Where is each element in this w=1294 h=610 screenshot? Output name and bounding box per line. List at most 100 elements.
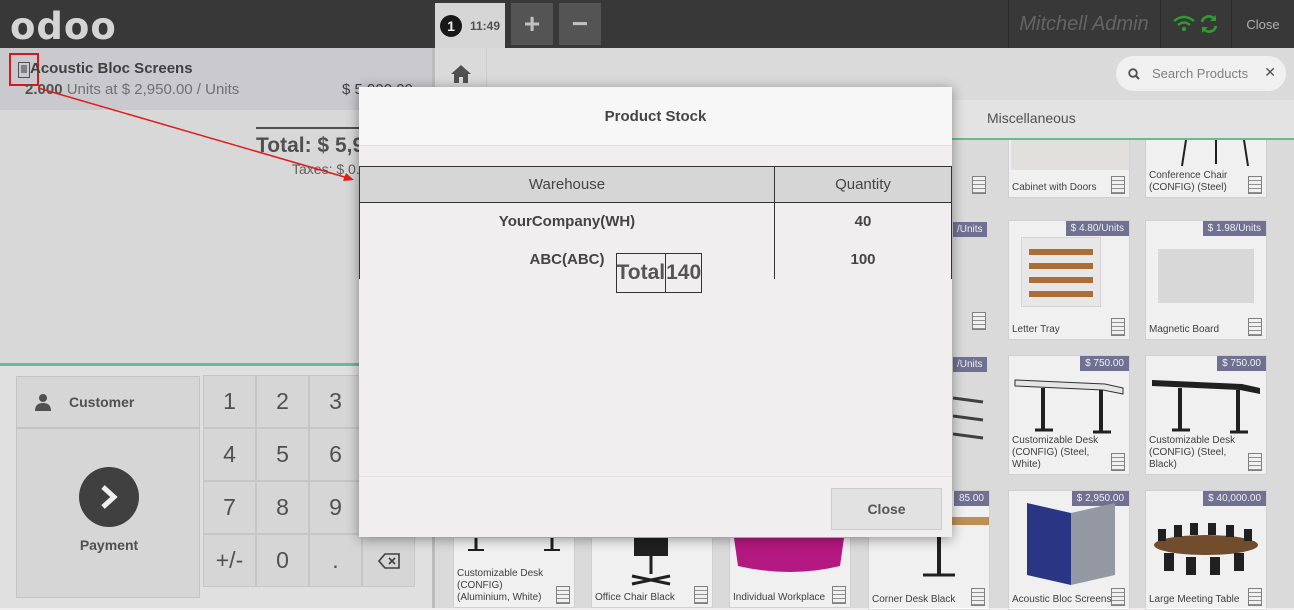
price-tag: $ 750.00: [1217, 356, 1266, 371]
product-name: Office Chair Black: [595, 592, 675, 603]
numpad-key-sign[interactable]: +/-: [203, 534, 256, 587]
product-name: Acoustic Bloc Screens: [1012, 594, 1112, 605]
numpad-key-8[interactable]: 8: [256, 481, 309, 534]
quantity-cell: 100: [774, 240, 952, 279]
column-header-warehouse: Warehouse: [359, 166, 775, 203]
product-card[interactable]: Cabinet with Doors: [1008, 140, 1130, 198]
product-name: Conference Chair (CONFIG) (Steel): [1149, 170, 1228, 193]
product-card[interactable]: Customizable Desk (CONFIG) (Aluminium, W…: [453, 538, 575, 608]
building-icon: [1248, 318, 1262, 336]
building-icon: [832, 586, 846, 604]
backspace-button[interactable]: [362, 534, 415, 587]
warehouse-cell: ABC(ABC): [359, 240, 775, 279]
home-icon: [450, 65, 471, 83]
order-number: 1: [439, 14, 462, 37]
chevron-right-icon: [79, 467, 139, 527]
wifi-icon: [1173, 15, 1195, 32]
product-name: Cabinet with Doors: [1012, 182, 1097, 193]
building-icon: [972, 312, 986, 330]
total-row: Total 140: [615, 252, 703, 293]
connection-status[interactable]: [1160, 0, 1232, 48]
building-icon: [1111, 453, 1125, 471]
numpad-key-2[interactable]: 2: [256, 375, 309, 428]
numpad-key-4[interactable]: 4: [203, 428, 256, 481]
category-miscellaneous[interactable]: Miscellaneous: [987, 110, 1076, 126]
numpad-key-5[interactable]: 5: [256, 428, 309, 481]
price-tag-partial: 85.00: [953, 491, 989, 506]
order-time: 11:49: [469, 18, 501, 33]
price-tag: $ 750.00: [1080, 356, 1129, 371]
product-card[interactable]: Conference Chair (CONFIG) (Steel): [1145, 140, 1267, 198]
numpad-key-7[interactable]: 7: [203, 481, 256, 534]
column-header-quantity: Quantity: [774, 166, 952, 203]
order-tab[interactable]: 1 11:49: [435, 3, 505, 48]
building-icon: [972, 176, 986, 194]
product-stock-dialog: Product Stock Warehouse Quantity YourCom…: [359, 87, 952, 537]
product-card[interactable]: $ 4.80/Units Letter Tray: [1008, 220, 1130, 340]
building-icon: [1248, 453, 1262, 471]
price-tag: $ 1.98/Units: [1202, 221, 1266, 236]
product-card[interactable]: $ 40,000.00 Large Meeting Table: [1145, 490, 1267, 610]
order-line-unit-price: Units at $ 2,950.00 / Units: [62, 81, 240, 98]
customer-button[interactable]: Customer: [16, 376, 200, 428]
numpad-key-6[interactable]: 6: [309, 428, 362, 481]
total-value: 140: [665, 252, 703, 293]
customer-label: Customer: [69, 394, 135, 410]
search-icon: [1128, 67, 1140, 80]
product-name: Large Meeting Table: [1149, 594, 1240, 605]
user-icon: [35, 394, 51, 411]
numpad-key-3[interactable]: 3: [309, 375, 362, 428]
building-icon: [1111, 588, 1125, 606]
order-line-qty: 2.000: [25, 81, 63, 98]
building-icon: [971, 588, 985, 606]
payment-button[interactable]: Payment: [16, 428, 200, 598]
product-name: Letter Tray: [1012, 324, 1060, 335]
product-name: Customizable Desk (CONFIG) (Steel, White…: [1012, 435, 1099, 470]
product-name: Magnetic Board: [1149, 324, 1220, 335]
numpad-key-decimal[interactable]: .: [309, 534, 362, 587]
building-icon: [1248, 588, 1262, 606]
building-icon: [1111, 318, 1125, 336]
building-icon: [556, 586, 570, 604]
product-card[interactable]: $ 750.00 Customizable Desk (CONFIG) (Ste…: [1145, 355, 1267, 475]
quantity-cell: 40: [774, 202, 952, 241]
numpad-key-0[interactable]: 0: [256, 534, 309, 587]
backspace-icon: [377, 552, 400, 569]
dialog-close-button[interactable]: Close: [831, 488, 942, 530]
numpad-key-1[interactable]: 1: [203, 375, 256, 428]
building-icon: [1111, 176, 1125, 194]
clear-search-icon[interactable]: ✕: [1264, 64, 1276, 81]
product-card[interactable]: Individual Workplace: [729, 538, 851, 608]
product-card[interactable]: $ 750.00 Customizable Desk (CONFIG) (Ste…: [1008, 355, 1130, 475]
warehouse-cell: YourCompany(WH): [359, 202, 775, 241]
price-tag: $ 4.80/Units: [1065, 221, 1129, 236]
order-line-info: 2.000 Units at $ 2,950.00 / Units: [25, 81, 239, 98]
product-name: Customizable Desk (CONFIG) (Aluminium, W…: [457, 568, 544, 603]
numpad-key-9[interactable]: 9: [309, 481, 362, 534]
search-box[interactable]: Search Products ✕: [1116, 56, 1286, 91]
product-card[interactable]: $ 1.98/Units Magnetic Board: [1145, 220, 1267, 340]
remove-order-button[interactable]: −: [559, 3, 601, 45]
product-card[interactable]: Office Chair Black: [591, 538, 713, 608]
search-input[interactable]: Search Products: [1152, 66, 1248, 81]
stock-table: Warehouse Quantity YourCompany(WH) 40 AB…: [359, 166, 952, 293]
payment-label: Payment: [79, 537, 139, 553]
dialog-title: Product Stock: [359, 87, 952, 146]
odoo-logo: odoo: [10, 5, 117, 48]
close-session-button[interactable]: Close: [1232, 0, 1294, 48]
sync-icon: [1200, 15, 1218, 33]
price-tag-partial: /Units: [953, 222, 987, 237]
product-name: Corner Desk Black: [872, 594, 956, 605]
top-bar: odoo 1 11:49 + − Mitchell Admin Close: [0, 0, 1294, 48]
order-line-product: Acoustic Bloc Screens: [30, 60, 193, 77]
product-card[interactable]: $ 2,950.00 Acoustic Bloc Screens: [1008, 490, 1130, 610]
price-tag-partial: /Units: [953, 357, 987, 372]
dialog-footer: Close: [359, 476, 952, 537]
building-icon: [1248, 176, 1262, 194]
building-icon: [694, 586, 708, 604]
user-name[interactable]: Mitchell Admin: [1008, 0, 1159, 48]
price-tag: $ 40,000.00: [1203, 491, 1266, 506]
table-row: YourCompany(WH) 40: [359, 202, 952, 241]
add-order-button[interactable]: +: [511, 3, 553, 45]
product-name: Customizable Desk (CONFIG) (Steel, Black…: [1149, 435, 1236, 470]
